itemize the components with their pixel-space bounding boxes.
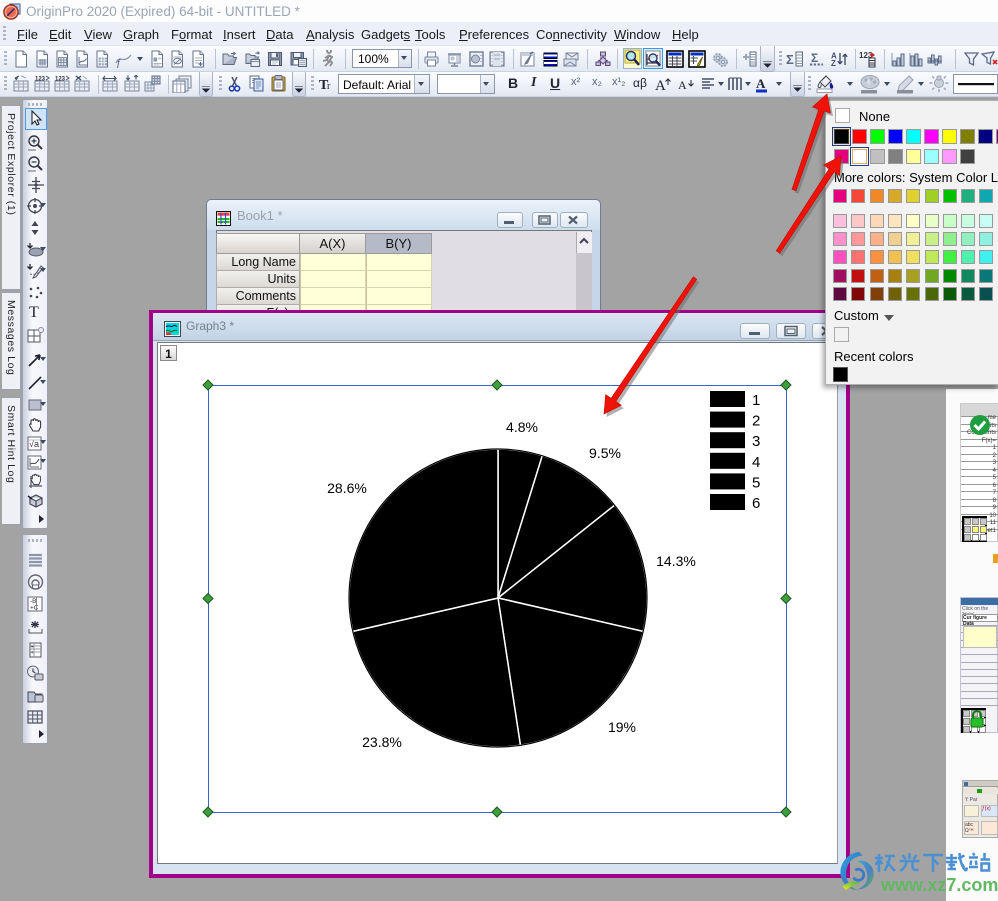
svg-text:A: A	[655, 78, 666, 93]
svg-text:Σ: Σ	[811, 51, 818, 65]
svg-text:A: A	[678, 78, 687, 92]
svg-text:Σ: Σ	[786, 52, 794, 67]
svg-text:√a: √a	[29, 439, 39, 449]
svg-text:123: 123	[35, 77, 46, 83]
svg-text:+: +	[31, 650, 34, 656]
svg-text:123: 123	[55, 77, 66, 83]
svg-text:Z: Z	[831, 59, 836, 68]
svg-text:A: A	[756, 76, 766, 91]
svg-text:+C: +C	[30, 605, 39, 612]
svg-text:r: r	[327, 81, 331, 92]
svg-text:T: T	[29, 304, 39, 320]
